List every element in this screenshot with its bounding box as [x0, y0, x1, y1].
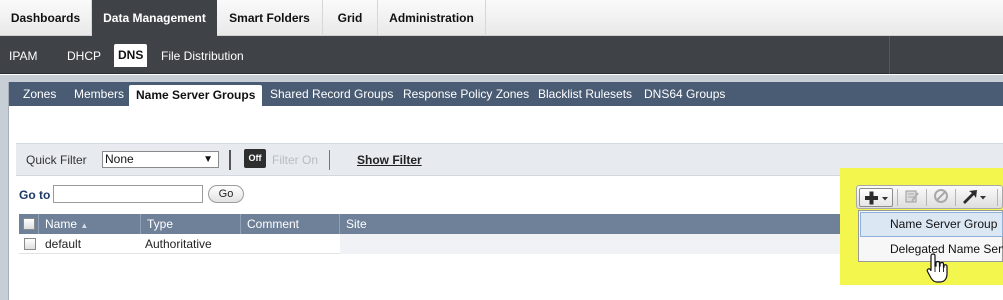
- filter-separator: [229, 150, 231, 170]
- arrow-icon: [963, 190, 986, 204]
- select-all-checkbox[interactable]: [23, 218, 35, 230]
- goto-label: Go to: [19, 188, 51, 202]
- select-all-cell: [19, 214, 39, 234]
- tab-dns[interactable]: DNS: [114, 44, 148, 67]
- quick-filter-select[interactable]: None ▼: [102, 151, 219, 168]
- tab-smart-folders[interactable]: Smart Folders: [217, 0, 323, 36]
- edit-button[interactable]: [901, 188, 923, 207]
- main-nav-tabs: Dashboards Data Management Smart Folders…: [0, 0, 1003, 36]
- column-name[interactable]: Name ▲: [39, 214, 141, 234]
- export-button[interactable]: [959, 188, 989, 207]
- tab-members[interactable]: Members: [74, 82, 124, 106]
- tab-shared-record-groups[interactable]: Shared Record Groups: [270, 82, 393, 106]
- sort-ascending-icon: ▲: [80, 221, 89, 230]
- row-checkbox[interactable]: [24, 238, 36, 250]
- tab-blacklist-rulesets[interactable]: Blacklist Rulesets: [538, 82, 632, 106]
- disable-icon: [934, 189, 948, 203]
- quick-filter-value: None: [105, 152, 134, 166]
- plus-icon: [865, 191, 888, 205]
- quick-filter-label: Quick Filter: [26, 153, 87, 167]
- tab-grid[interactable]: Grid: [323, 0, 378, 36]
- disable-button[interactable]: [930, 188, 952, 207]
- sub-nav-tabs: IPAM DHCP DNS File Distribution: [0, 36, 1003, 74]
- column-name-label: Name: [45, 217, 78, 231]
- filter-on-label[interactable]: Filter On: [272, 153, 318, 167]
- column-comment[interactable]: Comment: [241, 214, 340, 234]
- menu-item-name-server-group[interactable]: Name Server Group: [860, 212, 1003, 237]
- hand-cursor-icon: [926, 253, 948, 283]
- toolbar-separator: [897, 189, 898, 206]
- add-button[interactable]: [859, 188, 893, 207]
- tab-dashboards[interactable]: Dashboards: [0, 0, 92, 36]
- show-filter-link[interactable]: Show Filter: [357, 153, 422, 167]
- tab-file-distribution[interactable]: File Distribution: [161, 36, 244, 74]
- go-button[interactable]: Go: [208, 185, 244, 203]
- sub-nav-divider: [889, 36, 890, 74]
- tab-response-policy-zones[interactable]: Response Policy Zones: [403, 82, 529, 106]
- tab-dhcp[interactable]: DHCP: [67, 36, 101, 74]
- goto-input[interactable]: [53, 185, 203, 203]
- action-toolbar: [856, 185, 1003, 209]
- cell-name: default: [45, 237, 82, 251]
- cell-type: Authoritative: [145, 237, 212, 251]
- edit-icon: [905, 190, 919, 203]
- toolbar-separator: [997, 189, 998, 206]
- toolbar-separator: [926, 189, 927, 206]
- filter-toggle-off[interactable]: Off: [244, 149, 266, 168]
- column-type[interactable]: Type: [141, 214, 241, 234]
- dropdown-arrow-icon: ▼: [203, 154, 213, 165]
- toolbar-separator: [955, 189, 956, 206]
- tab-zones[interactable]: Zones: [23, 82, 56, 106]
- cell-comment: [241, 234, 340, 254]
- filter-separator-2: [329, 150, 330, 170]
- tab-dns64-groups[interactable]: DNS64 Groups: [644, 82, 725, 106]
- tab-ipam[interactable]: IPAM: [9, 36, 37, 74]
- tab-data-management[interactable]: Data Management: [92, 0, 217, 36]
- dns-section-tabs: Zones Members Name Server Groups Shared …: [9, 82, 1003, 106]
- tab-name-server-groups[interactable]: Name Server Groups: [129, 85, 263, 106]
- tab-administration[interactable]: Administration: [378, 0, 486, 36]
